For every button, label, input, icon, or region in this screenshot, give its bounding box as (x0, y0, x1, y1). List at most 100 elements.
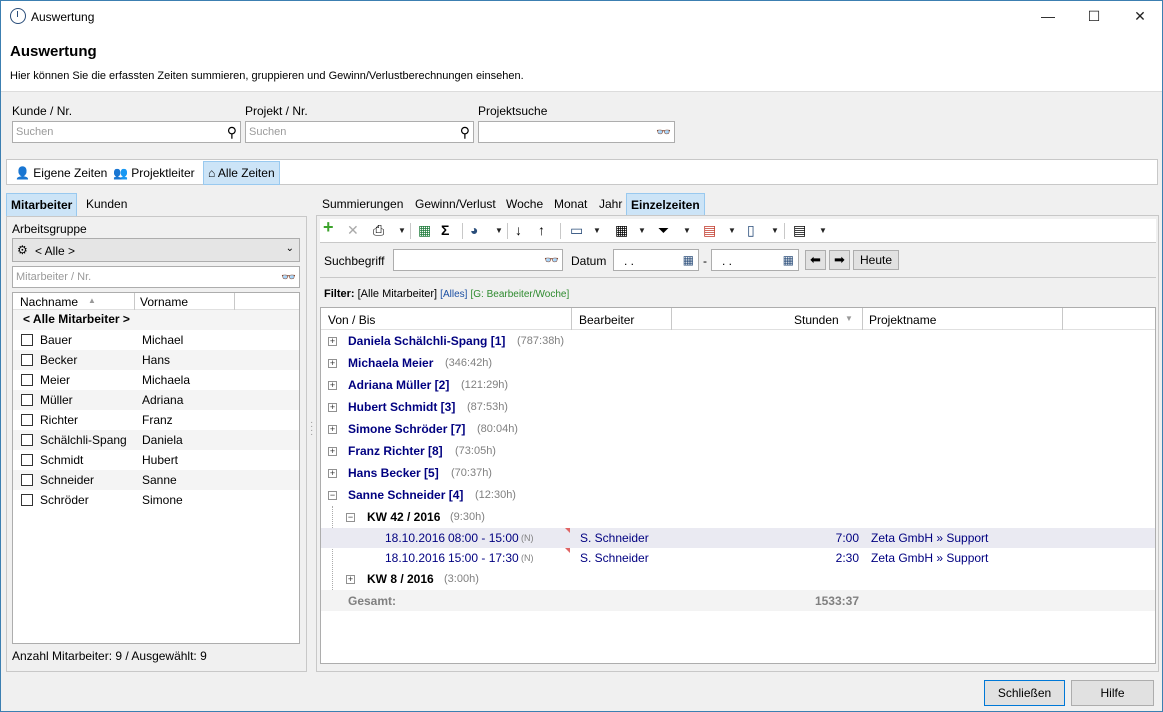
list-item[interactable]: Schälchli-Spang Daniela (13, 430, 299, 450)
list-item[interactable]: Schmidt Hubert (13, 450, 299, 470)
filter-icon[interactable]: ⏷ (658, 223, 669, 237)
print-icon[interactable]: ⎙ (373, 223, 384, 237)
help-button[interactable]: Hilfe (1071, 680, 1154, 706)
binoculars-icon[interactable]: 👓 (281, 271, 296, 283)
sort-ascending-icon[interactable]: ↑ (538, 223, 545, 237)
chevron-down-icon[interactable]: ▼ (819, 226, 827, 235)
chevron-down-icon[interactable]: ▼ (683, 226, 691, 235)
prev-arrow-button[interactable]: ⬅ (805, 250, 826, 270)
projekt-search-input[interactable]: Suchen ⚲ (245, 121, 474, 143)
list-item[interactable]: Bauer Michael (13, 330, 299, 350)
tab-summierungen[interactable]: Summierungen (318, 193, 407, 215)
collapse-icon[interactable]: − (328, 491, 337, 500)
col-projektname[interactable]: Projektname (869, 313, 936, 327)
chevron-down-icon[interactable]: ▼ (771, 226, 779, 235)
filter-all-link[interactable]: [Alles] (440, 289, 467, 300)
checkbox[interactable] (21, 374, 33, 386)
chevron-down-icon[interactable]: ▼ (398, 226, 406, 235)
calculator-icon[interactable]: ▯ (747, 223, 755, 237)
chevron-down-icon[interactable]: ▼ (593, 226, 601, 235)
excel-icon[interactable]: ▦ (418, 223, 431, 237)
checkbox[interactable] (21, 334, 33, 346)
expand-icon[interactable]: + (346, 575, 355, 584)
kunde-search-input[interactable]: Suchen ⚲ (12, 121, 241, 143)
calendar-icon[interactable]: ▤ (703, 223, 716, 237)
tab-woche[interactable]: Woche (502, 193, 547, 215)
search-icon[interactable]: ⚲ (227, 125, 237, 139)
expand-icon[interactable]: + (328, 381, 337, 390)
tab-einzelzeiten[interactable]: Einzelzeiten (626, 193, 705, 217)
sort-descending-icon[interactable]: ↓ (515, 223, 522, 237)
group-row[interactable]: + Adriana Müller [2] (121:29h) (321, 374, 1155, 396)
tab-projektleiter[interactable]: 👥 Projektleiter (109, 162, 199, 184)
collapse-icon[interactable]: − (346, 513, 355, 522)
minimize-button[interactable]: — (1025, 1, 1071, 32)
date-to-input[interactable]: . . ▦ (711, 249, 799, 271)
group-row[interactable]: + Hans Becker [5] (70:37h) (321, 462, 1155, 484)
list-item-all[interactable]: < Alle Mitarbeiter > (13, 310, 299, 330)
table-row[interactable]: 18.10.2016 15:00 - 17:30 (N) S. Schneider 2:… (321, 548, 1155, 568)
filter-group-link[interactable]: [G: Bearbeiter/Woche] (470, 289, 569, 300)
list-item[interactable]: Schneider Sanne (13, 470, 299, 490)
list-item[interactable]: Richter Franz (13, 410, 299, 430)
group-row[interactable]: + Michaela Meier (346:42h) (321, 352, 1155, 374)
week-row[interactable]: − KW 42 / 2016 (9:30h) (321, 506, 1155, 528)
tab-monat[interactable]: Monat (550, 193, 591, 215)
folder-icon[interactable]: ▭ (570, 223, 583, 237)
col-von-bis[interactable]: Von / Bis (328, 313, 375, 327)
checkbox[interactable] (21, 354, 33, 366)
tab-gewinn-verlust[interactable]: Gewinn/Verlust (411, 193, 500, 215)
group-row[interactable]: − Sanne Schneider [4] (12:30h) (321, 484, 1155, 506)
checkbox[interactable] (21, 494, 33, 506)
date-from-input[interactable]: . . ▦ (613, 249, 699, 271)
expand-icon[interactable]: + (328, 425, 337, 434)
add-icon[interactable]: + (323, 218, 334, 236)
maximize-button[interactable]: ☐ (1071, 1, 1117, 32)
col-vorname[interactable]: Vorname (140, 295, 188, 309)
tab-mitarbeiter[interactable]: Mitarbeiter (6, 193, 78, 217)
group-row[interactable]: + Daniela Schälchli-Spang [1] (787:38h) (321, 330, 1155, 352)
group-row[interactable]: + Simone Schröder [7] (80:04h) (321, 418, 1155, 440)
tab-kunden[interactable]: Kunden (82, 193, 131, 215)
checkbox[interactable] (21, 394, 33, 406)
expand-icon[interactable]: + (328, 447, 337, 456)
pie-chart-icon[interactable]: ◕ (470, 223, 478, 237)
table-icon[interactable]: ▦ (615, 223, 628, 237)
col-nachname[interactable]: Nachname (20, 295, 78, 309)
next-arrow-button[interactable]: ➡ (829, 250, 850, 270)
calendar-icon[interactable]: ▦ (783, 254, 794, 266)
col-bearbeiter[interactable]: Bearbeiter (579, 313, 634, 327)
chevron-down-icon[interactable]: ▼ (638, 226, 646, 235)
binoculars-icon[interactable]: 👓 (544, 254, 559, 266)
binoculars-icon[interactable]: 👓 (656, 126, 671, 138)
group-row[interactable]: + Franz Richter [8] (73:05h) (321, 440, 1155, 462)
layout-icon[interactable]: ▤ (793, 223, 806, 237)
expand-icon[interactable]: + (328, 469, 337, 478)
table-row[interactable]: 18.10.2016 08:00 - 15:00 (N) S. Schneider 7:… (321, 528, 1155, 548)
projektsuche-input[interactable]: 👓 (478, 121, 675, 143)
group-select[interactable]: ⚙ < Alle > ⌄ (12, 238, 300, 262)
chevron-down-icon[interactable]: ▼ (495, 226, 503, 235)
checkbox[interactable] (21, 434, 33, 446)
splitter-handle[interactable]: · · · · (310, 418, 313, 440)
expand-icon[interactable]: + (328, 359, 337, 368)
list-item[interactable]: Becker Hans (13, 350, 299, 370)
col-stunden[interactable]: Stunden (794, 313, 839, 327)
sum-icon[interactable]: Σ (441, 223, 449, 237)
close-button[interactable]: Schließen (984, 680, 1065, 706)
close-window-button[interactable]: ✕ (1117, 1, 1163, 32)
search-icon[interactable]: ⚲ (460, 125, 470, 139)
calendar-icon[interactable]: ▦ (683, 254, 694, 266)
list-item[interactable]: Schröder Simone (13, 490, 299, 510)
week-row[interactable]: + KW 8 / 2016 (3:00h) (321, 568, 1155, 590)
tab-jahr[interactable]: Jahr (595, 193, 626, 215)
list-item[interactable]: Müller Adriana (13, 390, 299, 410)
delete-icon[interactable]: ✕ (347, 223, 359, 237)
today-button[interactable]: Heute (853, 250, 899, 270)
checkbox[interactable] (21, 414, 33, 426)
checkbox[interactable] (21, 474, 33, 486)
list-item[interactable]: Meier Michaela (13, 370, 299, 390)
group-row[interactable]: + Hubert Schmidt [3] (87:53h) (321, 396, 1155, 418)
checkbox[interactable] (21, 454, 33, 466)
search-term-input[interactable]: 👓 (393, 249, 563, 271)
